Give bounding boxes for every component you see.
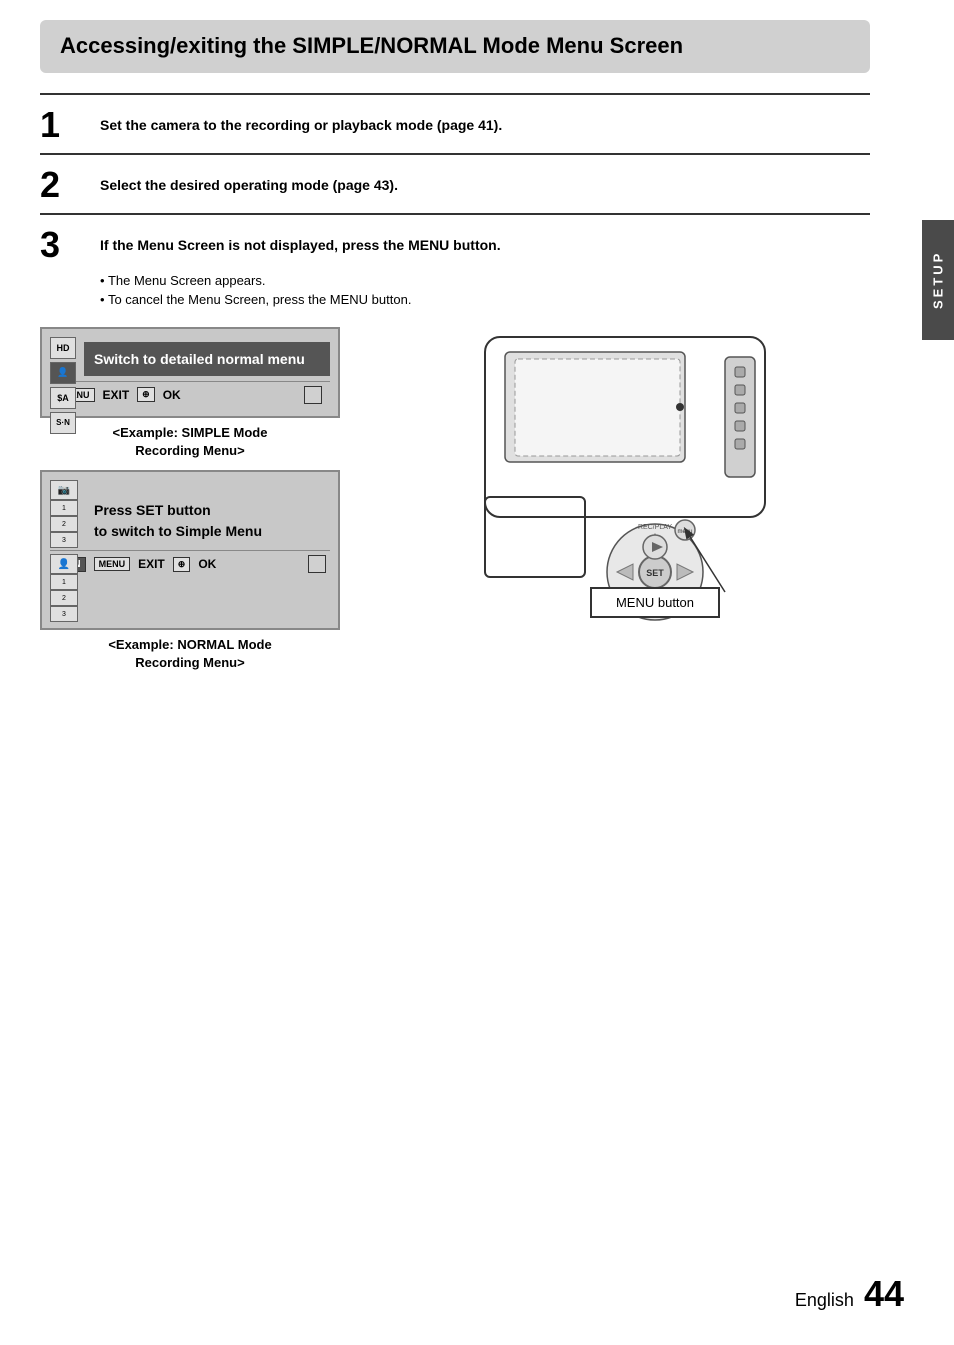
ok-label: OK xyxy=(163,388,181,402)
set-icon-btn: ⊕ xyxy=(137,387,155,402)
step-3-bullet-1: The Menu Screen appears. xyxy=(100,273,870,288)
page-title-box: Accessing/exiting the SIMPLE/NORMAL Mode… xyxy=(40,20,870,73)
footer-language: English xyxy=(795,1290,854,1311)
switch-to-normal-menu-item: Switch to detailed normal menu xyxy=(84,342,330,376)
person-group: 👤 1 2 3 xyxy=(50,554,78,622)
normal-menu-bar: S◀N MENU EXIT ⊕ OK xyxy=(50,550,330,577)
cam-1-icon: 1 xyxy=(50,500,78,516)
press-set-line2: to switch to Simple Menu xyxy=(94,521,330,542)
ok-label-normal: OK xyxy=(198,557,216,571)
person-2-icon: 2 xyxy=(50,590,78,606)
camera-group: 📷 1 2 3 xyxy=(50,480,78,548)
simple-menu-screen-box: HD 👤 $A S·N Switch to detailed normal me… xyxy=(40,327,340,418)
person-main-icon: 👤 xyxy=(50,554,78,574)
cam-2-icon: 2 xyxy=(50,516,78,532)
exit-label-normal: EXIT xyxy=(138,557,165,571)
step-2-number: 2 xyxy=(40,167,90,203)
person-3-icon: 3 xyxy=(50,606,78,622)
cam-3-icon: 3 xyxy=(50,532,78,548)
normal-menu-text-block: Press SET button to switch to Simple Men… xyxy=(94,480,330,542)
step-2-text: Select the desired operating mode (page … xyxy=(100,167,398,196)
normal-menu-screen-box: 📷 1 2 3 👤 1 2 3 xyxy=(40,470,340,630)
normal-mode-screen: 📷 1 2 3 👤 1 2 3 xyxy=(40,470,340,672)
menu-button-label-box: MENU button xyxy=(590,587,720,618)
simple-icons-col: HD 👤 $A S·N xyxy=(50,337,76,434)
illustration-area: HD 👤 $A S·N Switch to detailed normal me… xyxy=(40,327,870,673)
page-title: Accessing/exiting the SIMPLE/NORMAL Mode… xyxy=(60,32,850,61)
person-icon: 👤 xyxy=(50,362,76,384)
menu-button-label-text: MENU button xyxy=(616,595,694,610)
step-1-text: Set the camera to the recording or playb… xyxy=(100,107,502,136)
set-icon-btn-normal: ⊕ xyxy=(173,557,191,572)
step-3-section: 3 If the Menu Screen is not displayed, p… xyxy=(40,213,870,307)
dollar-a-icon: $A xyxy=(50,387,76,409)
sn-icon-simple: S·N xyxy=(50,412,76,434)
cam-main-icon: 📷 xyxy=(50,480,78,500)
right-panel: SET REC/PLAY menu xyxy=(360,327,870,618)
step-3-bullets: The Menu Screen appears. To cancel the M… xyxy=(100,273,870,307)
step-2-row: 2 Select the desired operating mode (pag… xyxy=(40,153,870,213)
svg-text:menu: menu xyxy=(677,529,692,535)
main-content: Accessing/exiting the SIMPLE/NORMAL Mode… xyxy=(0,0,920,693)
hd-icon: HD xyxy=(50,337,76,359)
left-panels: HD 👤 $A S·N Switch to detailed normal me… xyxy=(40,327,340,673)
svg-text:SET: SET xyxy=(646,568,664,578)
menu-icon-btn-normal: MENU xyxy=(94,557,131,571)
person-1-icon: 1 xyxy=(50,574,78,590)
step-3-bullet-2: To cancel the Menu Screen, press the MEN… xyxy=(100,292,870,307)
checkbox-normal xyxy=(308,555,326,573)
setup-tab: SETUP xyxy=(922,220,954,340)
press-set-line1: Press SET button xyxy=(94,500,330,521)
step-1-row: 1 Set the camera to the recording or pla… xyxy=(40,93,870,153)
page-container: SETUP Accessing/exiting the SIMPLE/NORMA… xyxy=(0,0,954,1345)
exit-label: EXIT xyxy=(103,388,130,402)
step-3-text: If the Menu Screen is not displayed, pre… xyxy=(100,227,501,256)
simple-mode-screen: HD 👤 $A S·N Switch to detailed normal me… xyxy=(40,327,340,461)
step-1-number: 1 xyxy=(40,107,90,143)
checkbox-simple xyxy=(304,386,322,404)
footer: English 44 xyxy=(795,1273,904,1315)
svg-text:REC/PLAY: REC/PLAY xyxy=(638,524,672,531)
simple-menu-bar: MENU EXIT ⊕ OK xyxy=(50,381,330,408)
normal-icons-col: 📷 1 2 3 👤 1 2 3 xyxy=(50,480,78,626)
normal-mode-caption: <Example: NORMAL Mode Recording Menu> xyxy=(40,636,340,672)
step-3-number: 3 xyxy=(40,227,90,263)
step-3-header: 3 If the Menu Screen is not displayed, p… xyxy=(40,227,870,263)
footer-page-number: 44 xyxy=(864,1273,904,1315)
simple-mode-caption: <Example: SIMPLE Mode Recording Menu> xyxy=(40,424,340,460)
